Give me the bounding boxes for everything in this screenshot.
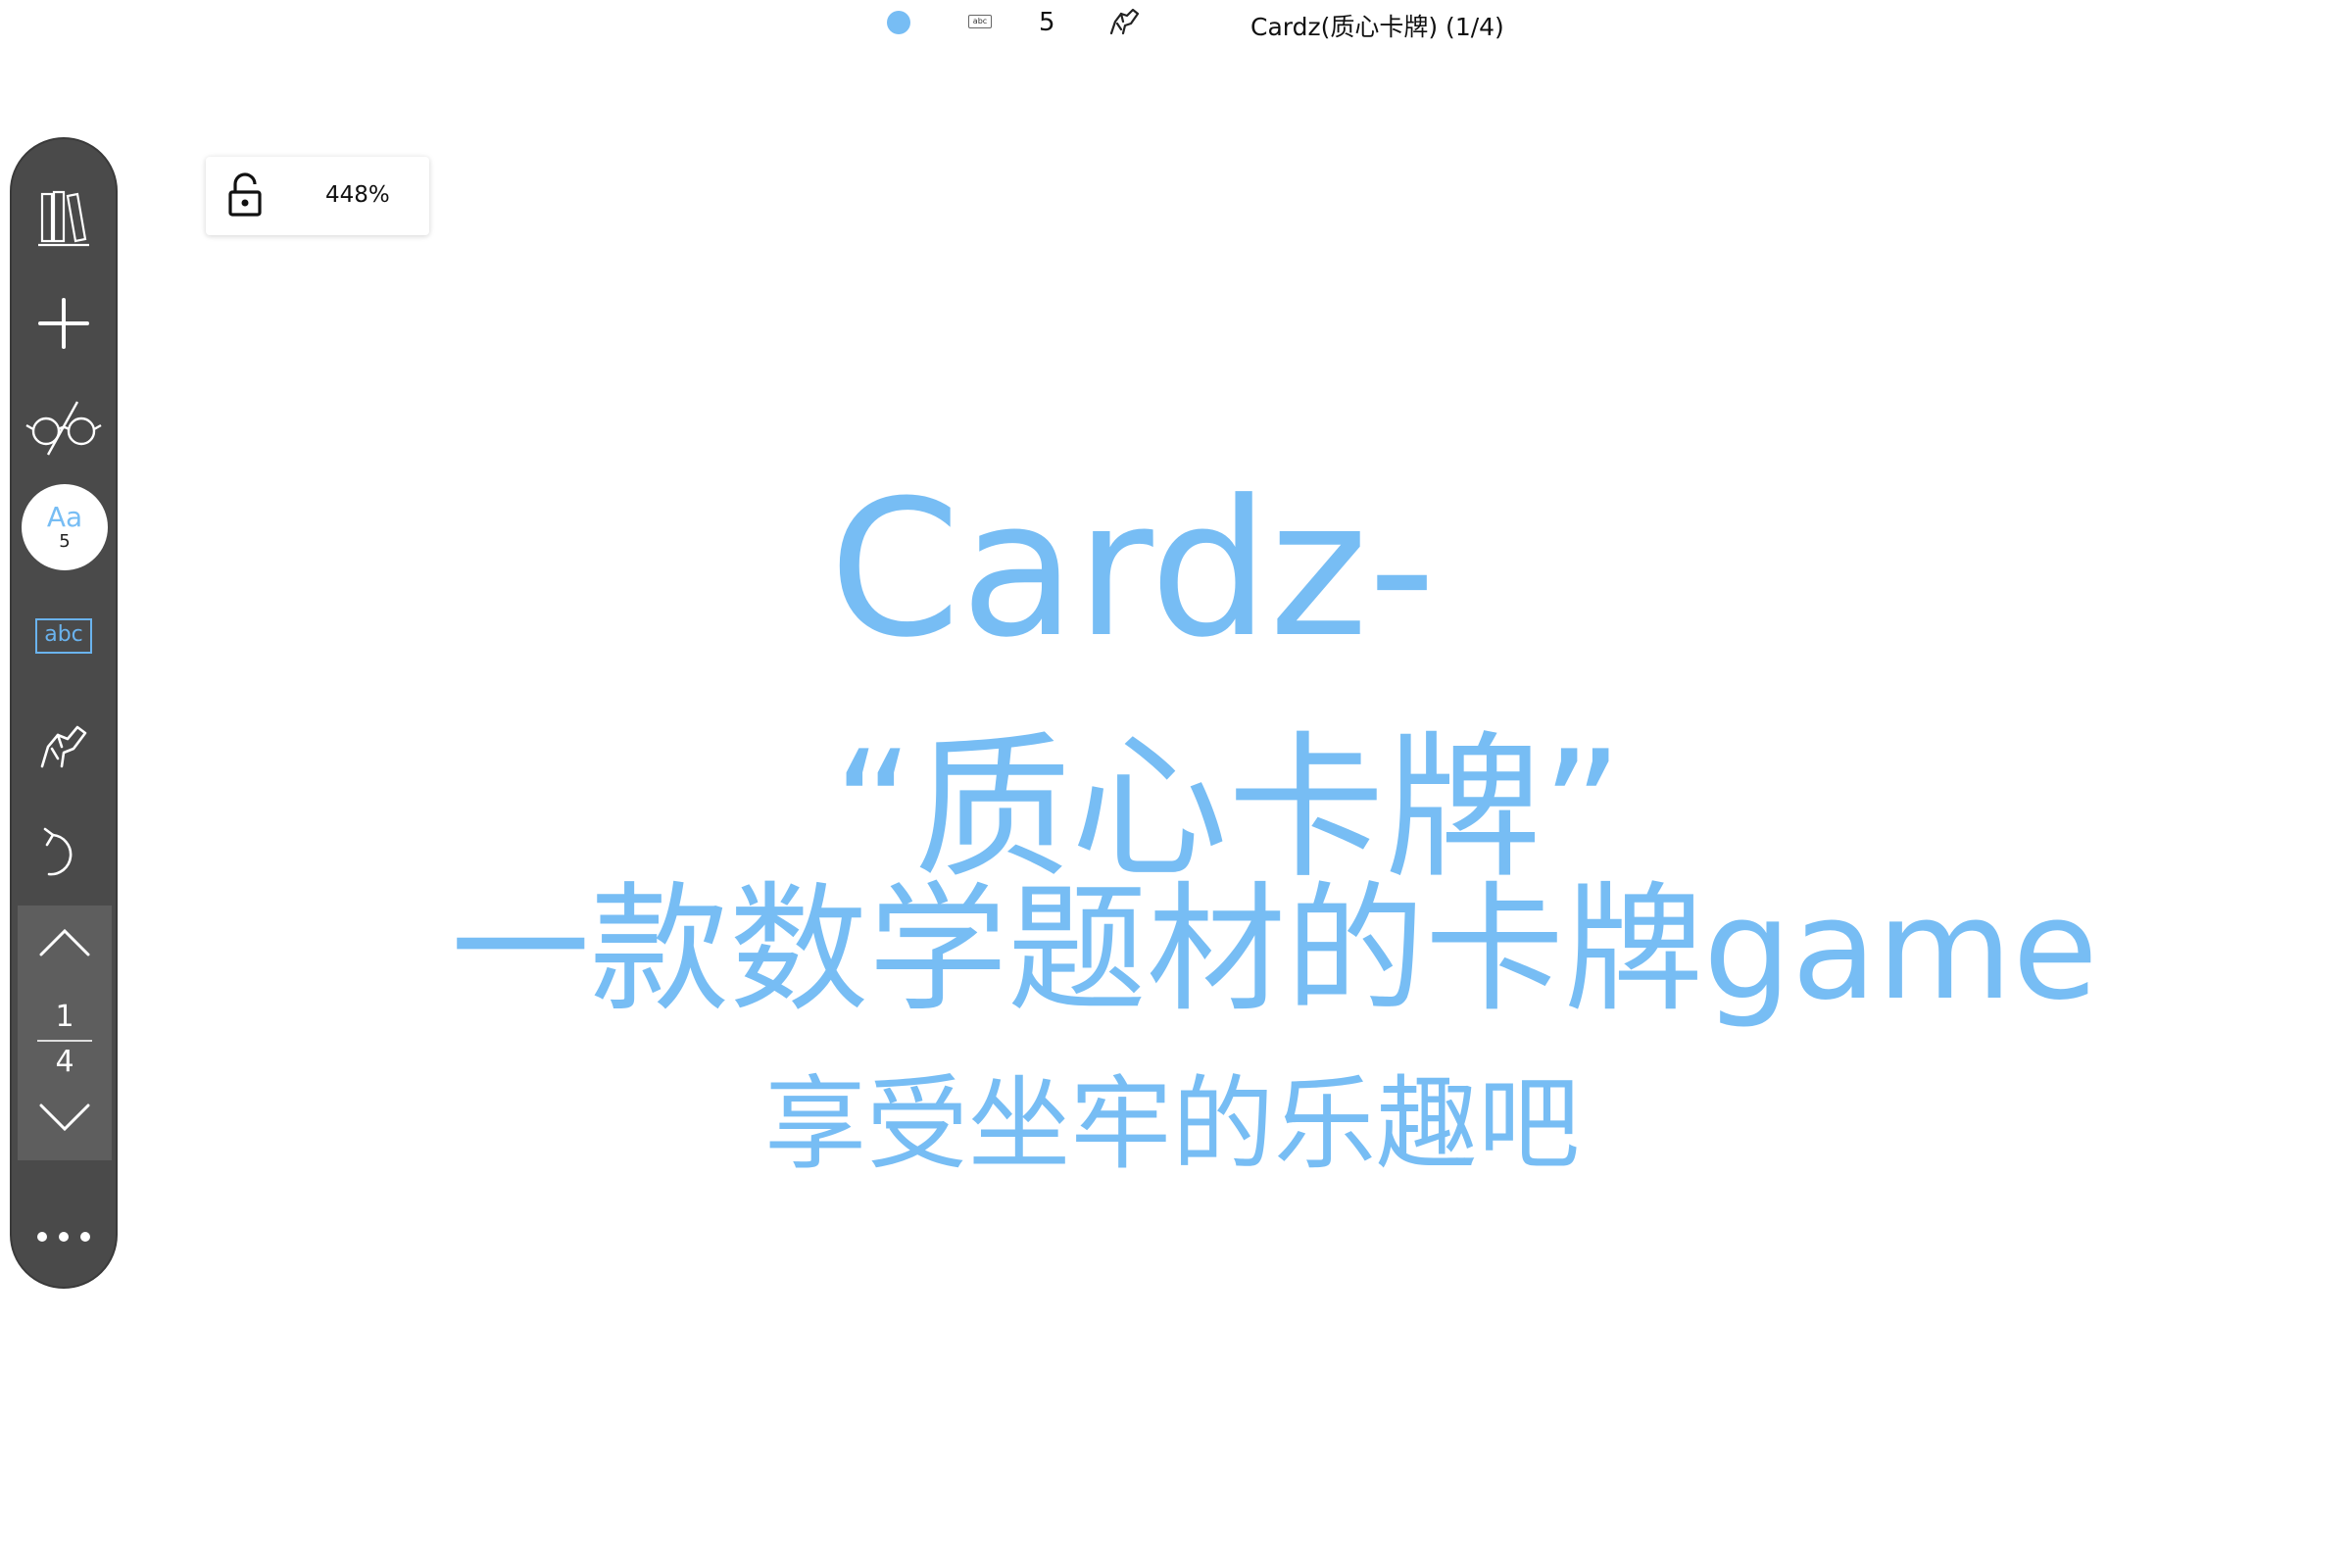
hand-pen-icon[interactable]	[1105, 4, 1143, 41]
hand-pen-icon	[40, 725, 87, 768]
page-divider	[37, 1040, 92, 1042]
left-sidebar: Aa 5 abc 1 4	[10, 137, 118, 1289]
text-tool-indicator[interactable]: abc	[968, 15, 992, 28]
pen-button[interactable]	[12, 708, 116, 786]
document-title: Cardz(质心卡牌) (1/4)	[1250, 13, 1504, 41]
slide-subtitle[interactable]: 一款数学题材的卡牌game	[451, 877, 2098, 1024]
font-label: Aa	[46, 501, 83, 533]
font-size-value: 5	[59, 531, 71, 552]
zoom-indicator[interactable]: 448%	[206, 157, 429, 235]
color-dot[interactable]	[887, 11, 910, 34]
plus-icon	[38, 298, 89, 349]
undo-button[interactable]	[12, 815, 116, 894]
unlock-icon[interactable]	[227, 172, 263, 218]
more-dots-icon	[37, 1232, 90, 1242]
total-pages: 4	[55, 1045, 74, 1079]
library-books-icon	[38, 190, 89, 247]
page-up-button[interactable]	[39, 927, 90, 958]
current-page: 1	[55, 1000, 74, 1034]
font-size-button[interactable]: Aa 5	[22, 484, 108, 570]
add-button[interactable]	[12, 284, 116, 363]
library-button[interactable]	[12, 178, 116, 257]
more-button[interactable]	[12, 1207, 116, 1266]
top-toolbar: abc 5 Cardz(质心卡牌) (1/4)	[0, 0, 2352, 47]
glasses-icon	[25, 401, 102, 456]
read-mode-button[interactable]	[12, 388, 116, 466]
page-navigator: 1 4	[18, 906, 112, 1160]
font-size-indicator[interactable]: 5	[1039, 8, 1055, 37]
undo-icon	[43, 827, 73, 876]
zoom-percent: 448%	[325, 182, 390, 208]
page-down-button[interactable]	[39, 1102, 90, 1133]
slide-title-line1[interactable]: Cardz-	[829, 472, 1436, 668]
slide-tagline[interactable]: 享受坐牢的乐趣吧	[764, 1068, 1580, 1181]
text-box-button[interactable]: abc	[35, 618, 92, 654]
slide-title-line2[interactable]: “质心卡牌”	[833, 725, 1623, 892]
